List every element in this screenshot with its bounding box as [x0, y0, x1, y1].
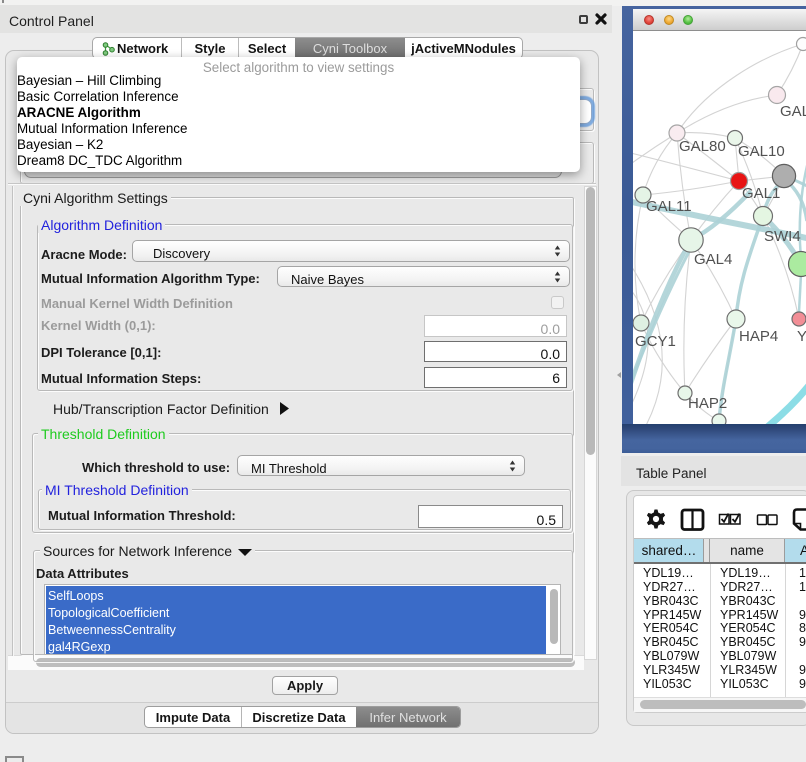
svg-text:GAL1: GAL1: [742, 185, 780, 202]
svg-text:GAL4: GAL4: [694, 251, 732, 268]
svg-text:HAP2: HAP2: [688, 395, 727, 412]
svg-text:SWI4: SWI4: [764, 228, 801, 245]
svg-text:HAP4: HAP4: [739, 328, 778, 345]
svg-text:GAL10: GAL10: [738, 143, 785, 160]
svg-text:GCY1: GCY1: [635, 333, 676, 350]
svg-text:GAL80: GAL80: [679, 138, 726, 155]
svg-text:GAL: GAL: [780, 103, 806, 120]
svg-text:Y: Y: [797, 328, 806, 345]
svg-text:GAL11: GAL11: [646, 198, 692, 215]
